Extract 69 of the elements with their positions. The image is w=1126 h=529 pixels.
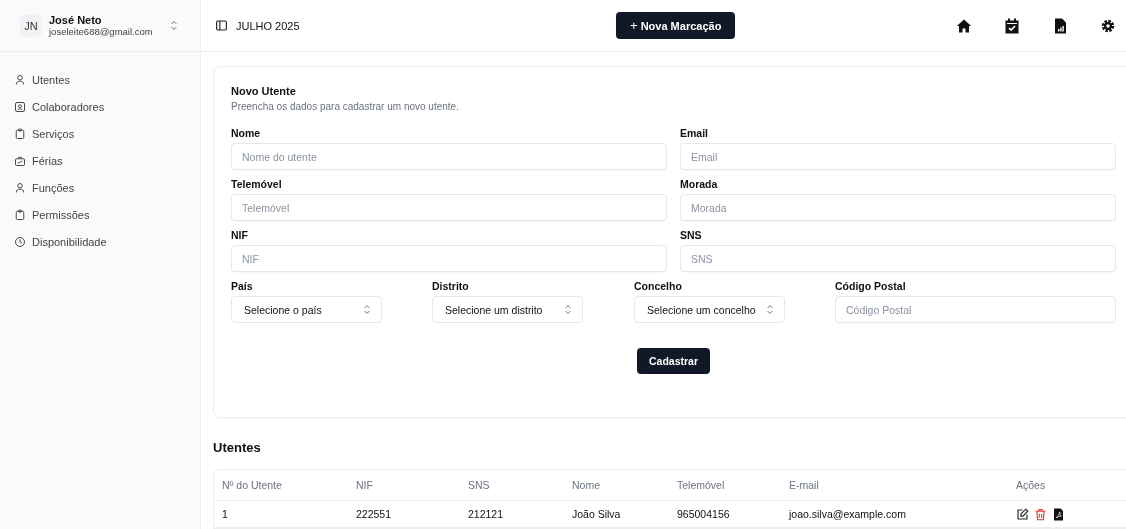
input-field[interactable]: SNS <box>680 245 1116 272</box>
home-icon[interactable] <box>956 17 972 34</box>
input-field[interactable]: NIF <box>231 245 667 272</box>
field-label: Telemóvel <box>231 178 283 190</box>
field-label: Código Postal <box>835 280 907 292</box>
person-icon <box>14 74 26 86</box>
field-label: SNS <box>680 229 703 241</box>
chevron-updown-icon <box>766 304 774 315</box>
column-header: NIF <box>356 479 374 491</box>
select-field[interactable]: Selecione um distrito <box>432 296 583 323</box>
user-name: José Neto <box>49 14 103 26</box>
id-card-icon <box>14 101 26 113</box>
sidebar-toggle-icon[interactable] <box>215 19 228 32</box>
submit-button[interactable]: Cadastrar <box>637 348 710 374</box>
trash-icon[interactable] <box>1034 507 1047 521</box>
user-email: joseleite688@gmail.com <box>49 26 154 37</box>
field-label: Email <box>680 127 709 139</box>
avatar: JN <box>20 14 42 37</box>
table-title: Utentes <box>213 440 262 455</box>
input-field[interactable]: Código Postal <box>835 296 1116 323</box>
column-header: Telemóvel <box>677 479 726 491</box>
file-chart-icon[interactable] <box>1052 17 1068 34</box>
table-cell-text: joao.silva@example.com <box>789 508 907 520</box>
person-icon <box>14 182 26 194</box>
calendar-check-icon[interactable] <box>1004 17 1020 34</box>
chevron-updown-icon <box>363 304 371 315</box>
input-field[interactable]: Nome do utente <box>231 143 667 170</box>
table-cell-text: 965004156 <box>677 508 731 520</box>
table-cell-text: 222551 <box>356 508 393 520</box>
card-title: Novo Utente <box>231 85 297 97</box>
input-field[interactable]: Morada <box>680 194 1116 221</box>
input-field[interactable]: Email <box>680 143 1116 170</box>
select-field[interactable]: Selecione um concelho <box>634 296 785 323</box>
column-header: E-mail <box>789 479 820 491</box>
sidebar-item[interactable]: Funções <box>14 178 75 198</box>
card-subtitle: Preencha os dados para cadastrar um novo utente. <box>231 101 460 112</box>
input-field[interactable]: Telemóvel <box>231 194 667 221</box>
edit-icon[interactable] <box>1016 507 1029 521</box>
field-label: Distrito <box>432 280 470 292</box>
new-appointment-button[interactable]: + Nova Marcação <box>616 12 736 39</box>
clipboard-icon <box>14 128 26 140</box>
field-label: Morada <box>680 178 719 190</box>
field-label: NIF <box>231 229 249 241</box>
sidebar-item[interactable]: Utentes <box>14 70 70 90</box>
field-label: Nome <box>231 127 262 139</box>
user-switcher[interactable]: JN José Neto joseleite688@gmail.com <box>0 0 200 52</box>
sidebar-item[interactable]: Permissões <box>14 205 90 225</box>
column-header: Ações <box>1016 479 1047 491</box>
settings-icon[interactable] <box>1100 17 1116 34</box>
clipboard-icon <box>14 209 26 221</box>
sidebar-item[interactable]: Serviços <box>14 124 75 144</box>
column-header: Nº do Utente <box>222 479 283 491</box>
month-label: JULHO 2025 <box>236 19 300 32</box>
sidebar-item[interactable]: Colaboradores <box>14 97 105 117</box>
field-label: País <box>231 280 254 292</box>
clock-icon <box>14 236 26 248</box>
chevron-updown-icon <box>170 20 178 31</box>
chevron-updown-icon <box>564 304 572 315</box>
sidebar-item[interactable]: Disponibilidade <box>14 232 107 252</box>
field-label: Concelho <box>634 280 683 292</box>
briefcase-icon <box>14 155 26 167</box>
sidebar-item[interactable]: Férias <box>14 151 63 171</box>
table-cell-text: 1 <box>222 508 229 520</box>
select-field[interactable]: Selecione o país <box>231 296 382 323</box>
column-header: SNS <box>468 479 491 491</box>
table-cell-text: 212121 <box>468 508 505 520</box>
column-header: Nome <box>572 479 601 491</box>
pdf-file-icon[interactable] <box>1052 507 1065 521</box>
table-cell-text: João Silva <box>572 508 622 520</box>
